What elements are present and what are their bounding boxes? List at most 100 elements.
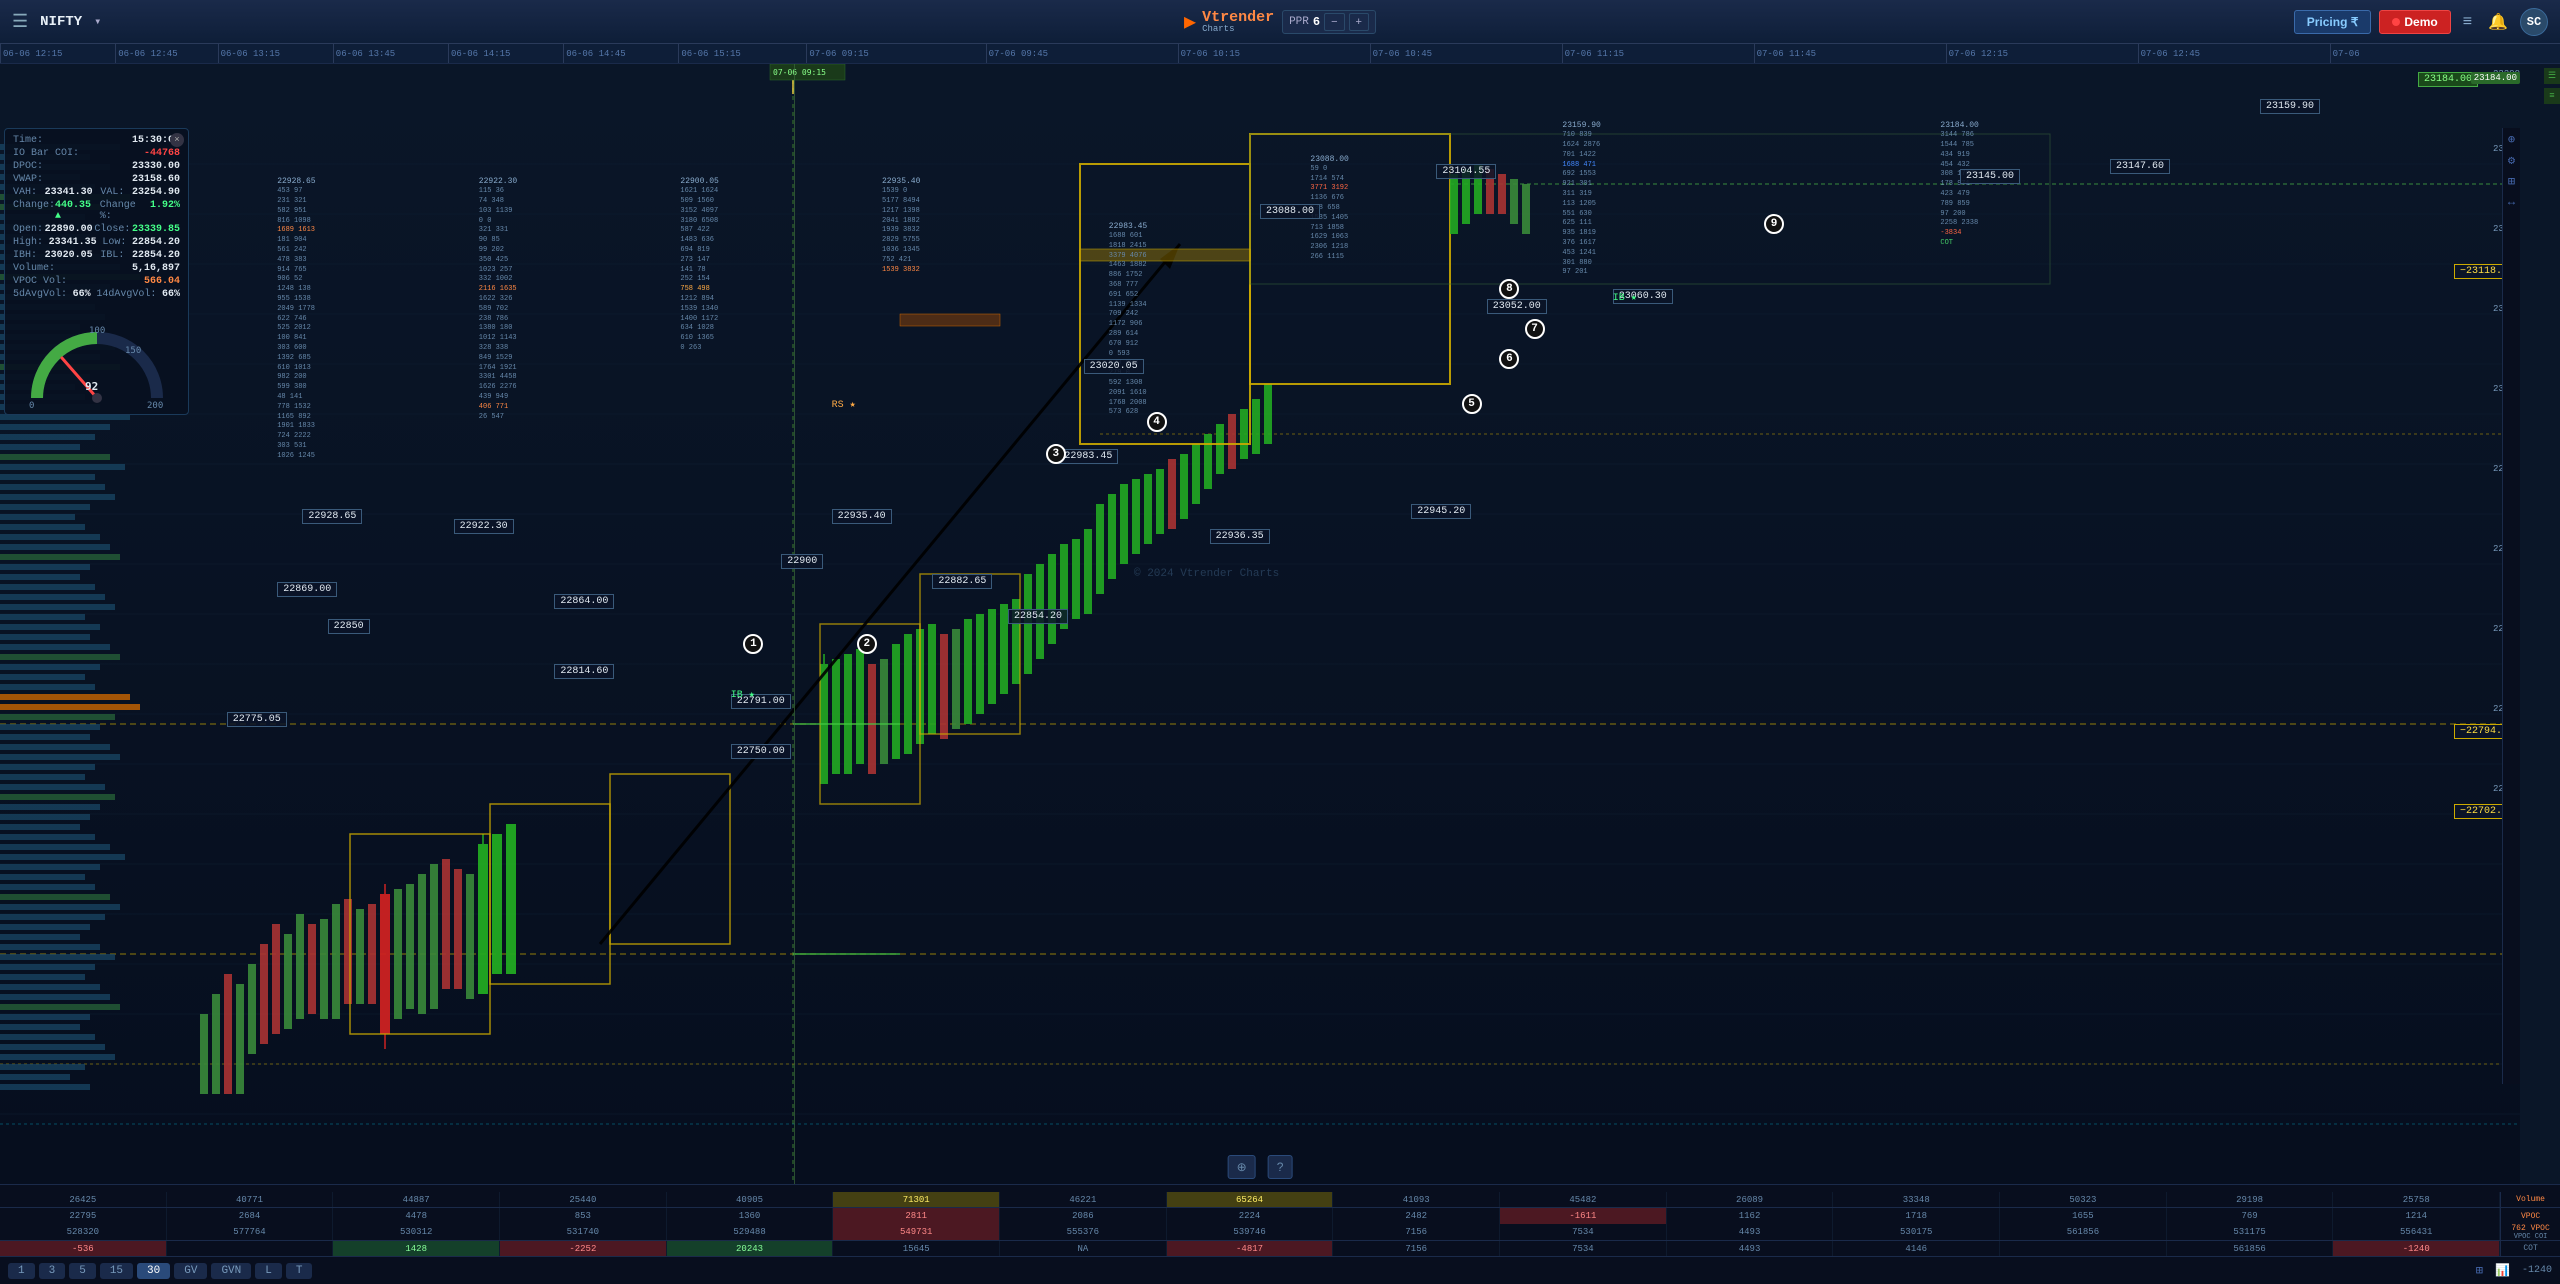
of-column-1: 22928.65 453 97231 321582 951816 1098168… <box>277 176 315 462</box>
vpoc-vol-label: VPOC Vol: <box>13 276 67 287</box>
expand-icon[interactable]: ⊞ <box>2476 1263 2483 1278</box>
tab-l[interactable]: L <box>255 1263 282 1279</box>
tab-1[interactable]: 1 <box>8 1263 35 1279</box>
zoom-icon[interactable]: ⊞ <box>2508 174 2515 189</box>
crosshair-icon[interactable]: ⊕ <box>2508 132 2515 147</box>
delta-11: 4146 <box>1833 1241 2000 1256</box>
delta-5: 15645 <box>833 1241 1000 1256</box>
price-22814: 22814.60 <box>554 664 614 679</box>
ib-marker-2: IB ★ <box>1613 292 1637 304</box>
high-value: 23341.35 <box>49 237 97 248</box>
tab-5[interactable]: 5 <box>69 1263 96 1279</box>
time-label-6: 06-06 15:15 <box>681 49 740 59</box>
avatar-btn[interactable]: SC <box>2520 8 2548 36</box>
price-23020: 23020.05 <box>1084 359 1144 374</box>
fit-icon[interactable]: ↔ <box>2508 195 2515 209</box>
demo-indicator <box>2392 18 2400 26</box>
d2-cell-6: 2086 <box>1000 1208 1167 1224</box>
vol-vpoc-label: Volume <box>2500 1192 2560 1207</box>
d3-cell-3: 531740 <box>500 1224 667 1240</box>
tab-t[interactable]: T <box>286 1263 313 1279</box>
dpoc-label: DPOC: <box>13 161 43 172</box>
ibh-value: 23020.05 <box>45 250 93 261</box>
of-column-3: 22900.05 1621 1624509 15603152 40973180 … <box>680 176 718 354</box>
tab-gvn[interactable]: GVN <box>211 1263 251 1279</box>
val-value: 23254.90 <box>132 187 180 198</box>
delta-9: 7534 <box>1500 1241 1667 1256</box>
time-tick-9: 07-06 10:15 <box>1178 44 1240 63</box>
vwap-row: VWAP: 23158.60 <box>13 174 180 185</box>
notif-icon-btn[interactable]: 🔔 <box>2484 8 2512 36</box>
vol-cell-9: 45482 <box>1500 1192 1667 1207</box>
price-23184: 23184.00 <box>2418 72 2478 87</box>
delta-6: NA <box>1000 1241 1167 1256</box>
of-column-5: 22983.45 1688 6011818 24153379 40761463 … <box>1109 221 1147 418</box>
topbar-right: Pricing ₹ Demo ≡ 🔔 SC <box>2294 8 2548 36</box>
delta-12 <box>2000 1241 2167 1256</box>
ppr-plus-btn[interactable]: + <box>1349 13 1369 31</box>
volume-value: 5,16,897 <box>132 263 180 274</box>
svg-text:92: 92 <box>85 380 98 393</box>
d2-cell-3: 853 <box>500 1208 667 1224</box>
change-pct-value: 1.92% <box>150 200 180 222</box>
vol-cell-1: 40771 <box>167 1192 334 1207</box>
price-23088: 23088.00 <box>1260 204 1320 219</box>
info-panel: × Time: 15:30:00 IO Bar COI: -44768 DPOC… <box>4 128 189 415</box>
d3-cell-7: 539746 <box>1167 1224 1334 1240</box>
right-icon-2[interactable]: ≡ <box>2544 88 2560 104</box>
ticker-dropdown[interactable]: ▾ <box>94 14 101 29</box>
info-panel-close-btn[interactable]: × <box>170 133 184 147</box>
settings-chart-icon[interactable]: ⚙ <box>2508 153 2515 168</box>
tab-gv[interactable]: GV <box>174 1263 207 1279</box>
svg-text:0: 0 <box>29 401 34 408</box>
demo-button[interactable]: Demo <box>2379 10 2450 34</box>
annotation-3: 3 <box>1046 444 1066 464</box>
chart-icon[interactable]: 📊 <box>2495 1263 2510 1278</box>
right-panel: ⊕ ⚙ ⊞ ↔ <box>2502 128 2520 1084</box>
ppr-minus-btn[interactable]: − <box>1324 13 1344 31</box>
annotation-2: 2 <box>857 634 877 654</box>
d2-cell-8: 2482 <box>1333 1208 1500 1224</box>
data-row2: 22795 2684 4478 853 1360 2811 2086 2224 … <box>0 1208 2560 1224</box>
close-label: Close: <box>94 224 130 235</box>
help-btn[interactable]: ? <box>1268 1155 1293 1179</box>
time-label-8: 07-06 09:45 <box>989 49 1048 59</box>
menu-icon-btn[interactable]: ≡ <box>2459 9 2476 35</box>
hamburger-icon[interactable]: ☰ <box>12 11 28 33</box>
of-column-8: 23184.00 3144 7861544 785434 919454 4323… <box>1940 120 1978 249</box>
time-label-1: 06-06 12:45 <box>118 49 177 59</box>
tab-3[interactable]: 3 <box>39 1263 66 1279</box>
d2-cell-5: 2811 <box>833 1208 1000 1224</box>
data-row1: 26425 40771 44887 25440 40905 71301 4622… <box>0 1192 2560 1208</box>
close-value: 23339.85 <box>132 224 180 235</box>
of-column-7: 23159.90 710 8391624 2876701 14221688 47… <box>1562 120 1600 278</box>
vtrender-logo-text: Vtrender <box>1202 9 1274 26</box>
ib-label-1: IB ★ <box>731 689 755 701</box>
svg-text:200: 200 <box>147 401 163 408</box>
crosshair-btn[interactable]: ⊕ <box>1228 1155 1256 1179</box>
ppr-control: PPR 6 − + <box>1282 10 1376 34</box>
tab-15[interactable]: 15 <box>100 1263 133 1279</box>
price-23145: 23145.00 <box>1960 169 2020 184</box>
rs-label: RS ★ <box>832 399 856 411</box>
right-icon-1[interactable]: ☰ <box>2544 68 2560 84</box>
topbar-center: ▶ Vtrender Charts PPR 6 − + <box>1184 9 1376 35</box>
open-row: Open: 22890.00 Close: 23339.85 <box>13 224 180 235</box>
vpoc-vol-value: 566.04 <box>144 276 180 287</box>
val-label: VAL: <box>100 187 124 198</box>
vah-value: 23341.30 <box>45 187 93 198</box>
d3-cell-11: 530175 <box>1833 1224 2000 1240</box>
ppr-label: PPR <box>1289 16 1309 28</box>
d3-cell-0: 528320 <box>0 1224 167 1240</box>
delta-0: -536 <box>0 1241 167 1256</box>
price-axis-current: 23184.00 <box>2471 72 2520 84</box>
tab-30[interactable]: 30 <box>137 1263 170 1279</box>
change-value: 440.35 ▲ <box>55 200 100 222</box>
time-label-5: 06-06 14:45 <box>566 49 625 59</box>
pricing-button[interactable]: Pricing ₹ <box>2294 10 2372 34</box>
of-column-4: 22935.40 1539 05177 84941217 13982041 18… <box>882 176 920 275</box>
time-tick-12: 07-06 11:45 <box>1754 44 1816 63</box>
delta-row: -536 1428 -2252 20243 15645 NA -4817 715… <box>0 1240 2560 1256</box>
d3-cell-5: 549731 <box>833 1224 1000 1240</box>
d3-cell-10: 4493 <box>1667 1224 1834 1240</box>
